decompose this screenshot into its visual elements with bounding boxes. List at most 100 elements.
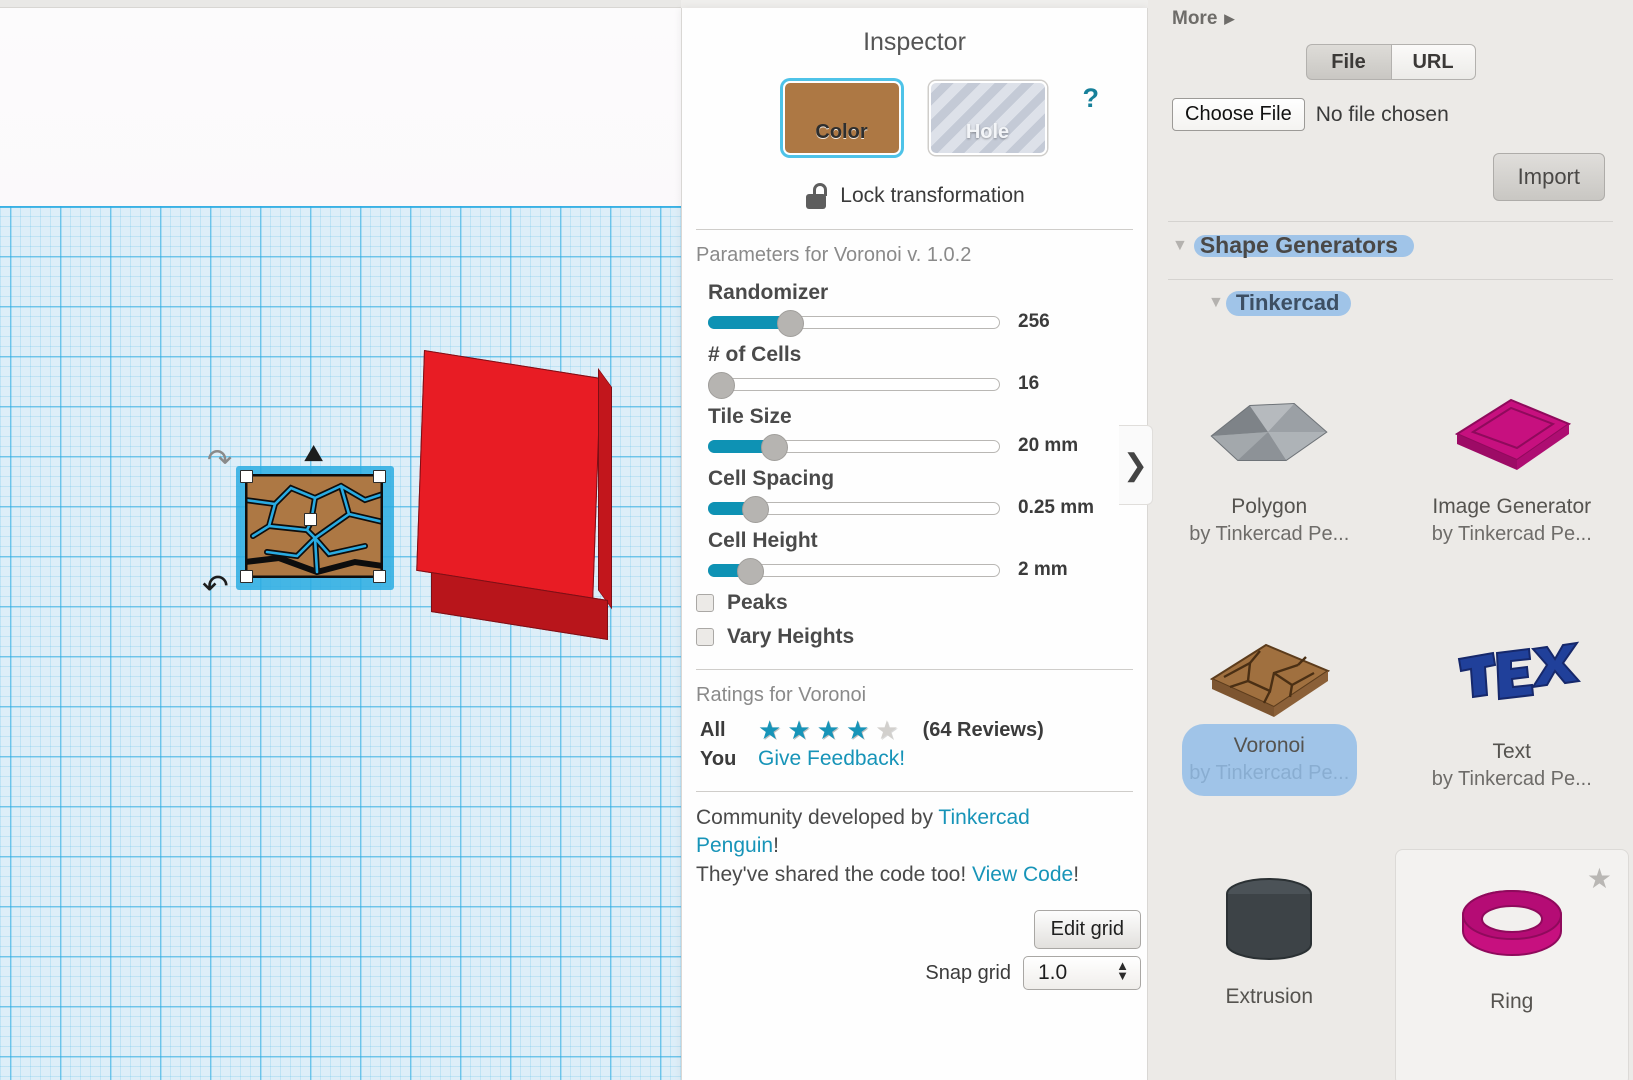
panel-collapse-chevron-icon[interactable]: ❯ [1119, 425, 1153, 505]
ratings-all-row: All ★ ★ ★ ★ ★ (64 Reviews) [682, 713, 1147, 743]
choose-file-button[interactable]: Choose File [1172, 98, 1305, 131]
shape-thumbnail-text-icon [1432, 614, 1592, 734]
star-icon-4[interactable]: ★ [846, 717, 869, 743]
hole-swatch-button[interactable]: Hole [928, 81, 1047, 155]
star-icon-5[interactable]: ★ [875, 717, 898, 743]
shape-card-ring[interactable]: ★ Ring [1394, 849, 1629, 1080]
slider-value: 16 [1018, 373, 1040, 394]
credits-line2-suffix: ! [1073, 862, 1080, 886]
slider[interactable] [708, 496, 1000, 523]
slider-value: 2 mm [1018, 559, 1068, 580]
snap-grid-label: Snap grid [925, 961, 1011, 984]
section-shape-generators[interactable]: ▼ Shape Generators [1148, 222, 1633, 259]
shape-name: Text [1492, 740, 1531, 763]
resize-handle-bl[interactable] [240, 570, 253, 583]
help-question-icon[interactable]: ? [1083, 83, 1100, 114]
voronoi-tile-object[interactable]: ⯅ ↷ ↶ [202, 438, 394, 602]
resize-handle-br[interactable] [373, 570, 386, 583]
slider[interactable] [708, 434, 1000, 461]
rotate-handle-bottom-icon[interactable]: ↶ [202, 570, 229, 602]
slider-thumb[interactable] [737, 558, 764, 585]
parameter-label: # of Cells [708, 343, 802, 366]
section-tinkercad[interactable]: ▼ Tinkercad [1148, 280, 1633, 316]
credits-line-1: Community developed by Tinkercad Penguin… [696, 804, 1112, 861]
slider-track[interactable] [708, 378, 1000, 391]
viewport-sky [0, 8, 681, 208]
shape-card-image-generator[interactable]: Image Generator by Tinkercad Pe... [1391, 355, 1633, 600]
red-box-side-face [598, 368, 612, 610]
workplane-horizon [0, 206, 681, 208]
slider[interactable] [708, 310, 1000, 337]
more-toggle[interactable]: More ▶ [1148, 0, 1633, 30]
shape-name-highlight-wrap: Voronoi [1181, 724, 1357, 796]
checkbox-row-vary-heights[interactable]: Vary Heights [682, 615, 1147, 649]
chevron-down-icon-tinkercad: ▼ [1208, 294, 1224, 311]
red-box-object[interactable] [416, 350, 614, 641]
slider-row: 16 [708, 372, 1147, 399]
checkbox-label: Vary Heights [727, 625, 855, 648]
snap-grid-row: Snap grid 1.0 ▲ ▼ [925, 956, 1141, 990]
red-box-top-face [416, 350, 601, 599]
color-swatch-wrap: Color [782, 81, 901, 155]
resize-handle-tr[interactable] [373, 470, 386, 483]
inspector-title: Inspector [863, 28, 966, 56]
parameter-label: Tile Size [708, 405, 792, 428]
rating-stars[interactable]: ★ ★ ★ ★ ★ [758, 717, 899, 743]
workplane-grid[interactable] [0, 206, 681, 1080]
tinkercad-highlight-wrap: Tinkercad [1225, 290, 1352, 316]
snap-grid-stepper[interactable]: 1.0 ▲ ▼ [1023, 956, 1141, 990]
star-icon-2[interactable]: ★ [787, 717, 810, 743]
import-button[interactable]: Import [1492, 153, 1605, 201]
color-swatch-label: Color [815, 121, 868, 143]
parameter-of-cells: # of Cells 16 [682, 333, 1147, 399]
checkbox-input[interactable] [696, 594, 714, 612]
slider-thumb[interactable] [761, 434, 788, 461]
shape-card-polygon[interactable]: Polygon by Tinkercad Pe... [1148, 355, 1391, 600]
slider-thumb[interactable] [777, 310, 804, 337]
slider-thumb[interactable] [708, 372, 735, 399]
shape-card-voronoi[interactable]: Voronoiby Tinkercad Pe... [1148, 600, 1391, 845]
shape-name: Polygon [1231, 495, 1308, 518]
more-label: More [1172, 8, 1218, 29]
shape-card-extrusion[interactable]: Extrusion [1148, 845, 1391, 1080]
height-arrow-icon[interactable]: ⯅ [300, 438, 327, 472]
star-icon-3[interactable]: ★ [817, 717, 840, 743]
checkbox-list: Peaks Vary Heights [682, 581, 1147, 649]
snap-grid-value: 1.0 [1038, 961, 1068, 984]
credits-line1-suffix: ! [773, 834, 779, 858]
checkbox-input[interactable] [696, 628, 714, 646]
star-icon-1[interactable]: ★ [758, 717, 781, 743]
credits-line-2: They've shared the code too! View Code! [696, 861, 1112, 889]
view-code-link[interactable]: View Code [972, 863, 1073, 886]
hole-swatch-label: Hole [965, 121, 1010, 143]
slider-value: 0.25 mm [1018, 497, 1095, 518]
parameter-tile-size: Tile Size 20 mm [682, 395, 1147, 461]
stepper-arrows-icon[interactable]: ▲ ▼ [1116, 959, 1129, 982]
slider[interactable] [708, 372, 1000, 399]
parameter-cell-spacing: Cell Spacing 0.25 mm [682, 457, 1147, 523]
slider-row: 0.25 mm [708, 496, 1147, 523]
tab-url[interactable]: URL [1390, 44, 1476, 80]
slider[interactable] [708, 558, 1000, 585]
shape-card-text[interactable]: Text by Tinkercad Pe... [1391, 600, 1633, 845]
credits-line2-prefix: They've shared the code too! [696, 862, 973, 886]
color-swatch-button[interactable]: Color [782, 81, 901, 155]
credits-line1-prefix: Community developed by [696, 806, 939, 829]
favorite-star-icon[interactable]: ★ [1587, 862, 1612, 895]
rotate-handle-top-icon[interactable]: ↷ [207, 446, 232, 476]
3d-viewport[interactable]: ⯅ ↷ ↶ [0, 0, 681, 1080]
slider-thumb[interactable] [742, 496, 769, 523]
shapegen-highlight-wrap: Shape Generators [1193, 232, 1414, 259]
tab-file[interactable]: File [1305, 44, 1391, 80]
give-feedback-link[interactable]: Give Feedback! [758, 747, 905, 771]
import-source-tabs: File URL [1148, 44, 1633, 80]
edit-grid-button[interactable]: Edit grid [1033, 910, 1141, 949]
chevron-right-icon: ▶ [1224, 11, 1235, 26]
parameters-list: Randomizer 256 # of Cells 16 Tile Size 20 mm C… [682, 271, 1147, 585]
height-handle[interactable] [304, 513, 317, 526]
shape-name: Image Generator [1432, 495, 1592, 518]
lock-transformation-row[interactable]: Lock transformation [682, 183, 1147, 209]
shape-name: Voronoi [1233, 734, 1305, 757]
resize-handle-tl[interactable] [240, 470, 253, 483]
checkbox-row-peaks[interactable]: Peaks [682, 581, 1147, 615]
